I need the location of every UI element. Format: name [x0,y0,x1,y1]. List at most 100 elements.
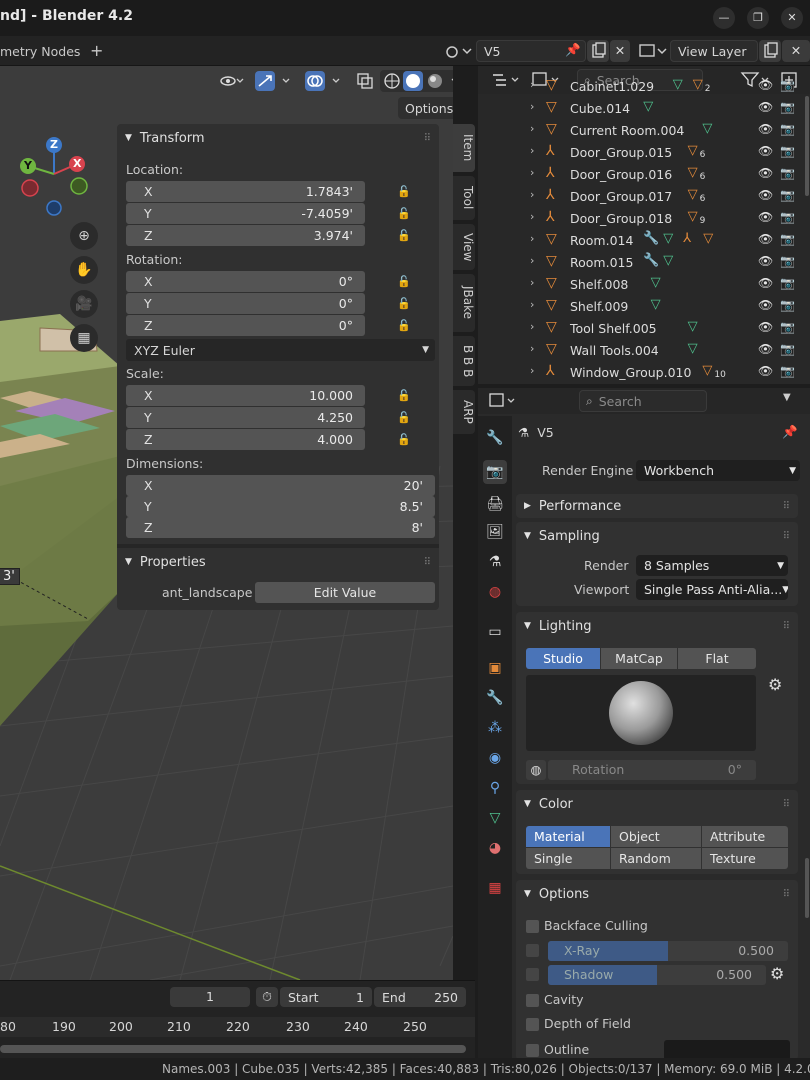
modifier-icon[interactable]: 🔧 [643,231,659,246]
tab-tool[interactable]: Tool [453,176,475,220]
sampling-header[interactable]: ▼ Sampling ⠿ [524,522,790,550]
expand-arrow-icon[interactable]: › [530,232,534,245]
object-tab-icon[interactable]: ▣ [483,656,507,680]
editor-type-icon[interactable] [486,391,520,411]
camera-icon[interactable]: 📷 [780,144,795,158]
pan-hand-icon[interactable]: ✋ [70,256,98,284]
expand-arrow-icon[interactable]: › [530,254,534,267]
tab-geometry-nodes[interactable]: metry Nodes [0,44,80,59]
expand-arrow-icon[interactable]: › [530,188,534,201]
delete-view-layer-icon[interactable]: ✕ [782,40,810,62]
outliner-row[interactable]: › ▽ Wall Tools.004 ▽ 👁 📷 [478,340,810,362]
eye-icon[interactable]: 👁 [758,78,773,92]
rotation-y-field[interactable]: Y 0° [126,293,365,314]
scale-z-field[interactable]: Z 4.000 [126,429,365,450]
scene-browse-icon[interactable] [441,40,475,62]
outliner-row[interactable]: › ▽ Room.015 🔧 ▽ 👁 📷 [478,252,810,274]
lock-icon[interactable]: 🔓 [397,275,415,291]
modifier-tab-icon[interactable]: 🔧 [483,686,507,710]
camera-icon[interactable]: 📷 [780,210,795,224]
eye-icon[interactable]: 👁 [758,364,773,378]
outliner-scrollbar[interactable] [805,96,809,196]
tab-view[interactable]: View [453,224,475,270]
color-header[interactable]: ▼ Color ⠿ [524,790,790,818]
outliner-row[interactable]: › ⅄ Door_Group.015 ▽ 6 👁 📷 [478,142,810,164]
render-tab-icon[interactable]: 📷 [483,460,507,484]
scale-x-field[interactable]: X 10.000 [126,385,365,406]
data-tab-icon[interactable]: ▽ [483,806,507,830]
timeline-scrollbar[interactable] [0,1045,466,1053]
view-layer-browse-icon[interactable] [636,40,670,62]
expand-arrow-icon[interactable]: › [530,144,534,157]
view-layer-field[interactable]: View Layer [670,40,758,62]
options-header[interactable]: ▼ Options ⠿ [524,880,790,908]
drag-handle-icon[interactable]: ⠿ [783,621,790,632]
overlays-icon[interactable] [304,70,350,92]
maximize-button[interactable]: ❐ [747,7,769,29]
outliner-row[interactable]: › ▽ Cabinet1.029 ▽ ▽ 2 👁 📷 [478,76,810,98]
mesh-data-icon[interactable]: ▽ [688,341,698,356]
eye-icon[interactable]: 👁 [758,122,773,136]
expand-arrow-icon[interactable]: › [530,210,534,223]
camera-icon[interactable]: 📷 [780,232,795,246]
eye-icon[interactable]: 👁 [758,100,773,114]
scene-name-field[interactable]: V5 📌 [476,40,586,62]
tab-jbake[interactable]: JBake [453,274,475,332]
drag-handle-icon[interactable]: ⠿ [783,889,790,900]
mesh-data-icon[interactable]: ▽ [702,121,712,136]
lock-icon[interactable]: 🔓 [397,319,415,335]
outliner-row[interactable]: › ▽ Current Room.004 ▽ 👁 📷 [478,120,810,142]
drag-handle-icon[interactable]: ⠿ [783,799,790,810]
camera-icon[interactable]: 📷 [780,166,795,180]
xray-checkbox[interactable] [526,944,539,957]
dimensions-x-field[interactable]: X 20' [126,475,435,496]
material-tab-icon[interactable]: ◕ [483,836,507,860]
camera-view-icon[interactable]: 🎥 [70,290,98,318]
mesh-data-icon[interactable]: ▽ [693,77,703,92]
new-scene-icon[interactable] [587,40,609,62]
eye-icon[interactable]: 👁 [758,210,773,224]
expand-arrow-icon[interactable]: › [530,100,534,113]
world-tab-icon[interactable]: ◍ [483,580,507,604]
expand-arrow-icon[interactable]: › [530,298,534,311]
outline-color-swatch[interactable] [664,1040,790,1058]
eye-icon[interactable]: 👁 [758,188,773,202]
close-button[interactable]: ✕ [781,7,803,29]
expand-arrow-icon[interactable]: › [530,122,534,135]
render-engine-dropdown[interactable]: Workbench ▼ [636,460,800,481]
mesh-data-icon[interactable]: ▽ [651,275,661,290]
stopwatch-icon[interactable]: ⏱ [256,987,278,1007]
pin-icon[interactable]: 📌 [782,424,798,440]
current-frame-field[interactable]: 1 [170,987,250,1007]
eye-icon[interactable]: 👁 [758,276,773,290]
eye-icon[interactable]: 👁 [758,298,773,312]
camera-icon[interactable]: 📷 [780,122,795,136]
camera-icon[interactable]: 📷 [780,342,795,356]
eye-icon[interactable]: 👁 [758,342,773,356]
output-tab-icon[interactable]: 🖨 [483,492,507,516]
dimensions-y-field[interactable]: Y 8.5' [126,496,435,517]
rotation-field[interactable]: Rotation 0° [548,760,756,780]
outliner-row[interactable]: › ▽ Shelf.009 ▽ 👁 📷 [478,296,810,318]
navigation-gizmo[interactable]: Z Y X [12,136,96,220]
outliner-row[interactable]: › ▽ Shelf.008 ▽ 👁 📷 [478,274,810,296]
camera-icon[interactable]: 📷 [780,298,795,312]
tab-arp[interactable]: ARP [453,390,475,434]
outliner-row[interactable]: › ⅄ Door_Group.016 ▽ 6 👁 📷 [478,164,810,186]
rotation-x-field[interactable]: X 0° [126,271,365,292]
mesh-data-icon[interactable]: ▽ [703,231,713,246]
camera-icon[interactable]: 📷 [780,276,795,290]
shading-mode-selector[interactable] [380,70,453,92]
outliner-row[interactable]: › ⅄ Window_Group.010 ▽ 10 👁 📷 [478,362,810,384]
pin-icon[interactable]: 📌 [565,42,581,58]
camera-icon[interactable]: 📷 [780,188,795,202]
render-samples-dropdown[interactable]: 8 Samples ▼ [636,555,788,576]
lock-icon[interactable]: 🔓 [397,411,415,427]
view-layer-tab-icon[interactable]: 🖼 [483,520,507,544]
viewport-samples-dropdown[interactable]: Single Pass Anti-Alia... ▼ [636,579,788,600]
properties-scrollbar[interactable] [805,858,809,918]
eye-icon[interactable]: 👁 [758,232,773,246]
color-material-button[interactable]: Material [526,826,610,847]
constraints-tab-icon[interactable]: ⚲ [483,776,507,800]
lock-icon[interactable]: 🔓 [397,185,415,201]
